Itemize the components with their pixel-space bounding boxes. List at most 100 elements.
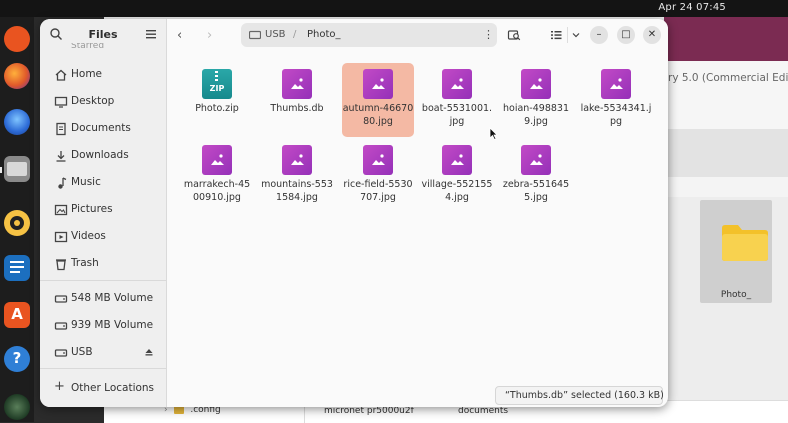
ubuntu-icon[interactable] [4,26,30,52]
top-bar: Apr 24 07:45 [0,0,788,17]
sidebar: Files Starred Home Desktop Documents Dow… [40,19,167,407]
back-icon[interactable]: ‹ [177,28,182,43]
minimize-button[interactable]: – [590,26,608,44]
device-label: micronet pr5000u2f [324,406,414,416]
folder-label: Photo_ [720,290,752,300]
drive-icon [54,295,68,303]
rhythmbox-icon[interactable] [4,210,30,236]
sidebar-item-label: Documents [71,122,131,134]
file-name: autumn-4667080.jpg [342,103,414,127]
sidebar-item-label: 939 MB Volume [71,319,154,331]
sidebar-item-starred[interactable]: Starred [71,43,104,49]
path-bar[interactable]: USB / Photo_ ⋮ [241,23,497,47]
path-segment-current[interactable]: Photo_ [307,29,341,40]
sidebar-item-documents[interactable]: Documents [44,117,162,141]
background-title: ry 5.0 (Commercial Edition [664,61,788,129]
file-name: village-5521554.jpg [421,179,493,203]
file-name: boat-5531001.jpg [421,103,493,127]
file-name: rice-field-5530707.jpg [343,179,413,203]
image-file-icon [442,69,472,99]
sidebar-item-label: USB [71,346,93,358]
file-name: mountains-5531584.jpg [261,179,333,203]
writer-icon[interactable] [4,255,30,281]
disk-icon[interactable] [4,394,30,420]
zip-file-icon: ZIP [202,69,232,99]
image-file-icon [521,145,551,175]
divider [567,27,568,43]
music-icon [58,177,67,189]
files-window: Files Starred Home Desktop Documents Dow… [40,19,668,407]
sidebar-item-videos[interactable]: Videos [44,225,162,249]
drive-icon [249,30,261,40]
help-icon[interactable]: ? [4,346,30,372]
file-name: Photo.zip [195,103,239,114]
image-file-icon [363,69,393,99]
sidebar-item-548mb-volume[interactable]: 548 MB Volume [44,287,162,311]
sidebar-item-usb[interactable]: USB [44,341,162,365]
eject-icon[interactable] [144,347,154,357]
sidebar-separator [40,280,166,281]
home-icon [55,69,67,81]
maximize-button[interactable]: □ [617,26,635,44]
file-item[interactable]: hoian-4988319.jpg [500,63,572,137]
image-file-icon [601,69,631,99]
folder-icon [722,225,768,261]
thunderbird-icon[interactable] [4,109,30,135]
header-bar: ‹ › USB / Photo_ ⋮ – □ ✕ [167,19,668,51]
videos-icon [54,231,68,243]
close-button[interactable]: ✕ [643,26,661,44]
file-item[interactable]: mountains-5531584.jpg [261,139,333,213]
sidebar-item-home[interactable]: Home [44,63,162,87]
sidebar-item-music[interactable]: Music [44,171,162,195]
firefox-icon[interactable] [4,63,30,89]
background-band [664,129,788,177]
pictures-icon [54,204,68,216]
image-file-icon [202,145,232,175]
file-item[interactable]: zebra-5516455.jpg [500,139,572,213]
image-file-icon [363,145,393,175]
file-item[interactable]: ZIP Photo.zip [181,63,253,137]
background-selected-folder[interactable]: Photo_ [700,200,772,303]
clock[interactable]: Apr 24 07:45 [658,2,726,13]
sidebar-item-label: Home [71,68,103,80]
path-segment-usb[interactable]: USB [265,29,286,40]
file-item[interactable]: rice-field-5530707.jpg [342,139,414,213]
active-indicator [0,167,2,173]
hamburger-menu-icon[interactable] [144,28,158,40]
app-center-icon[interactable]: A [4,302,30,328]
file-item[interactable]: lake-5534341.jpg [580,63,652,137]
sidebar-item-label: Other Locations [71,382,155,394]
file-item[interactable]: marrakech-4500910.jpg [181,139,253,213]
plus-icon: + [54,379,65,394]
files-icon[interactable] [4,156,30,182]
image-file-icon [282,145,312,175]
file-item-selected[interactable]: autumn-4667080.jpg [342,63,414,137]
path-menu-icon[interactable]: ⋮ [483,28,494,41]
list-view-icon[interactable] [549,28,563,42]
file-item[interactable]: village-5521554.jpg [421,139,493,213]
sidebar-item-trash[interactable]: Trash [44,252,162,276]
mouse-cursor-icon [489,127,498,140]
image-file-icon [442,145,472,175]
desktop-icon [54,96,68,108]
documents-icon [56,122,66,136]
sidebar-item-other-locations[interactable]: + Other Locations [44,377,162,401]
status-text: “Thumbs.db” selected (160.3 kB) [505,390,664,401]
background-header [664,17,788,61]
sidebar-item-939mb-volume[interactable]: 939 MB Volume [44,314,162,338]
drive-icon [54,322,68,330]
sidebar-item-desktop[interactable]: Desktop [44,90,162,114]
image-file-icon [521,69,551,99]
file-name: lake-5534341.jpg [580,103,652,127]
forward-icon[interactable]: › [207,28,212,43]
sidebar-item-label: 548 MB Volume [71,292,154,304]
sidebar-item-pictures[interactable]: Pictures [44,198,162,222]
downloads-icon [56,151,66,162]
chevron-down-icon[interactable] [571,30,581,40]
file-item[interactable]: boat-5531001.jpg [421,63,493,137]
file-item[interactable]: Thumbs.db [261,63,333,137]
sidebar-item-downloads[interactable]: Downloads [44,144,162,168]
search-folder-icon[interactable] [507,28,521,42]
sidebar-separator [40,368,166,369]
documents-label: documents [458,406,509,416]
